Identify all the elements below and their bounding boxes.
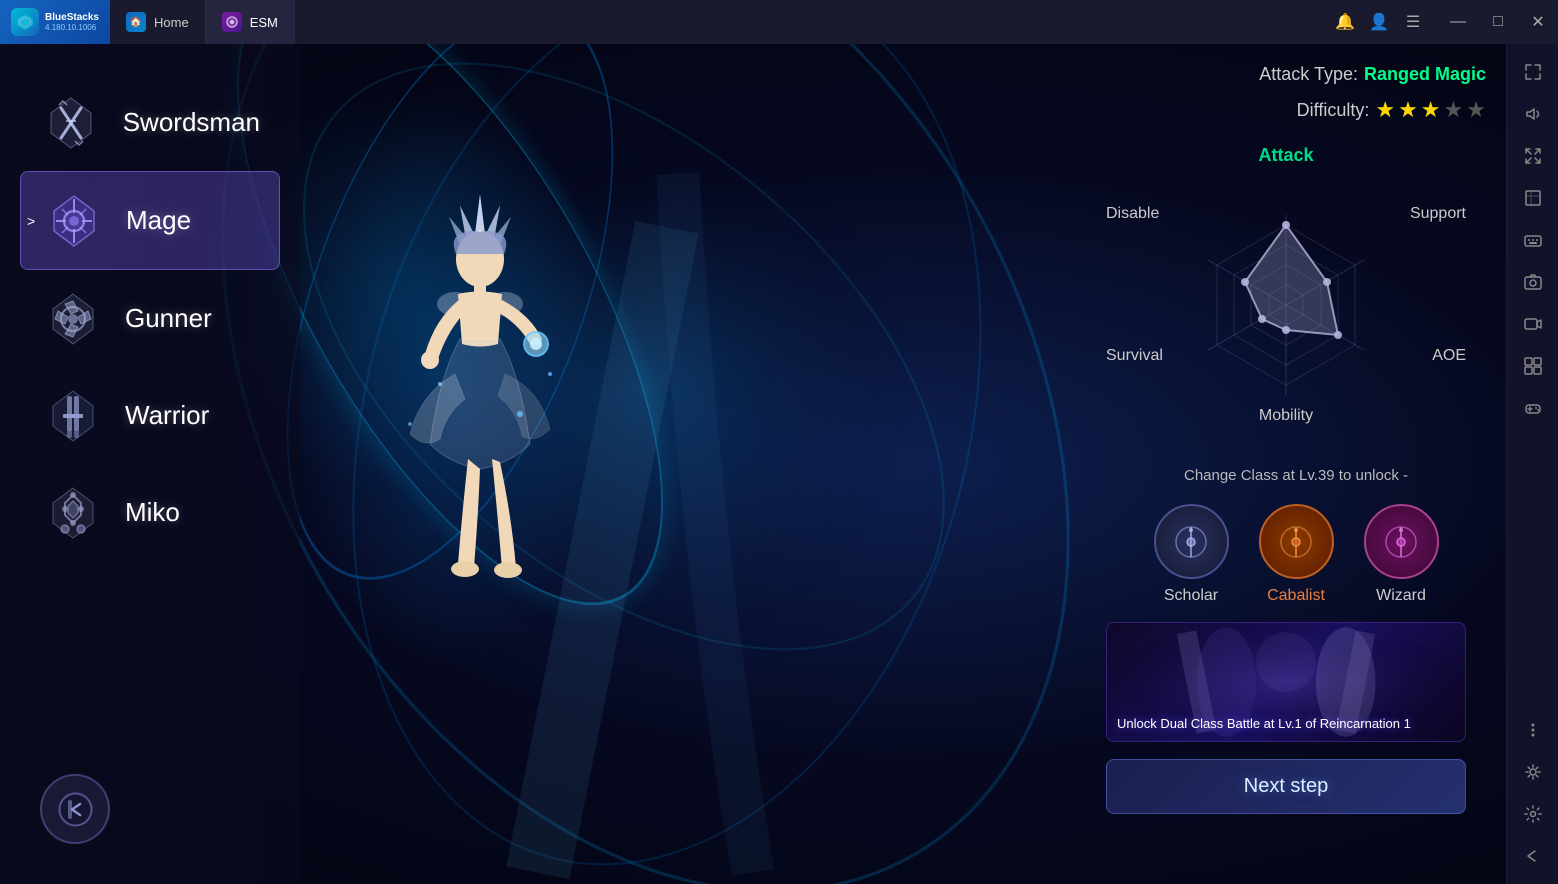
cabalist-circle[interactable] [1259,504,1334,579]
class-item-warrior[interactable]: Warrior [20,367,280,464]
account-icon[interactable]: 👤 [1364,7,1394,37]
class-item-miko[interactable]: Miko [20,464,280,561]
tool-screenshot[interactable] [1513,262,1553,302]
mage-label: Mage [126,205,191,236]
bluestacks-icon [11,8,39,36]
tool-settings[interactable] [1513,794,1553,834]
class-item-mage[interactable]: Mage [20,171,280,270]
subclass-item-cabalist[interactable]: Cabalist [1259,504,1334,605]
cabalist-name: Cabalist [1267,587,1325,605]
minimize-button[interactable]: — [1438,0,1478,44]
titlebar-icons: 🔔 👤 ☰ [1320,7,1438,37]
class-item-gunner[interactable]: Gunner [20,270,280,367]
subclass-row: Scholar Cabalist [1106,504,1486,605]
character-body [380,174,520,594]
gunner-icon [40,286,105,351]
difficulty-row: Difficulty: ★ ★ ★ ★ ★ [1106,97,1486,123]
difficulty-label: Difficulty: [1297,100,1370,121]
hamburger-menu-icon[interactable]: ☰ [1398,7,1428,37]
tool-keyboard[interactable] [1513,220,1553,260]
game-area: Swordsman [0,44,1506,884]
tool-gamepad[interactable] [1513,388,1553,428]
tool-gallery[interactable] [1513,346,1553,386]
attack-type-label: Attack Type: [1259,64,1358,85]
radar-label-survival: Survival [1106,347,1163,365]
maximize-button[interactable]: □ [1478,0,1518,44]
back-button[interactable] [40,774,110,844]
gunner-label: Gunner [125,303,212,334]
star-3: ★ [1421,97,1441,123]
window-controls: — □ ✕ [1438,0,1558,44]
right-sidebar [1506,44,1558,884]
wizard-name: Wizard [1376,587,1426,605]
class-item-swordsman[interactable]: Swordsman [20,74,280,171]
notification-icon[interactable]: 🔔 [1330,7,1360,37]
warrior-icon [40,383,105,448]
difficulty-stars: ★ ★ ★ ★ ★ [1375,97,1486,123]
app-logo: BlueStacks 4.180.10.1006 [0,0,110,44]
subclass-item-scholar[interactable]: Scholar [1154,504,1229,605]
swordsman-label: Swordsman [123,107,260,138]
miko-icon [40,480,105,545]
wizard-circle[interactable] [1364,504,1439,579]
tool-back-nav[interactable] [1513,836,1553,876]
tool-video[interactable] [1513,304,1553,344]
next-step-button[interactable]: Next step [1106,759,1466,814]
promo-text: Unlock Dual Class Battle at Lv.1 of Rein… [1117,716,1455,731]
radar-label-attack: Attack [1258,145,1313,166]
title-bar: BlueStacks 4.180.10.1006 🏠 Home ESM 🔔 👤 … [0,0,1558,44]
esm-tab-icon [222,12,242,32]
character-display [300,94,600,674]
swordsman-icon [40,90,103,155]
radar-svg-container [1106,145,1466,445]
star-1: ★ [1375,97,1395,123]
esm-tab-label: ESM [250,15,278,30]
app-name: BlueStacks [45,12,99,23]
home-tab-label: Home [154,15,189,30]
tool-more[interactable] [1513,710,1553,750]
warrior-label: Warrior [125,400,209,431]
tool-brightness[interactable] [1513,752,1553,792]
character-svg [380,174,580,594]
star-5: ★ [1466,97,1486,123]
radar-label-mobility: Mobility [1259,407,1313,425]
info-panel: Attack Type: Ranged Magic Difficulty: ★ … [1106,64,1486,814]
tool-fullscreen[interactable] [1513,136,1553,176]
attack-type-row: Attack Type: Ranged Magic [1106,64,1486,85]
miko-label: Miko [125,497,180,528]
tool-volume[interactable] [1513,94,1553,134]
tab-home[interactable]: 🏠 Home [110,0,206,44]
home-tab-icon: 🏠 [126,12,146,32]
promo-banner[interactable]: Unlock Dual Class Battle at Lv.1 of Rein… [1106,622,1466,742]
scholar-name: Scholar [1164,587,1218,605]
change-class-label: Change Class at Lv.39 to unlock - [1106,467,1486,484]
app-version: 4.180.10.1006 [45,23,99,32]
star-4: ★ [1444,97,1464,123]
radar-label-disable: Disable [1106,205,1159,223]
app-name-version: BlueStacks 4.180.10.1006 [45,12,99,32]
class-selection-panel: Swordsman [0,44,300,884]
close-button[interactable]: ✕ [1518,0,1558,44]
scholar-circle[interactable] [1154,504,1229,579]
star-2: ★ [1398,97,1418,123]
tool-expand[interactable] [1513,52,1553,92]
tool-resize[interactable] [1513,178,1553,218]
radar-chart: Attack Support AOE Mobility Survival Dis… [1106,145,1466,445]
radar-label-aoe: AOE [1432,347,1466,365]
tab-esm[interactable]: ESM [206,0,295,44]
mage-icon [41,188,106,253]
attack-type-value: Ranged Magic [1364,64,1486,85]
subclass-item-wizard[interactable]: Wizard [1364,504,1439,605]
radar-label-support: Support [1410,205,1466,223]
